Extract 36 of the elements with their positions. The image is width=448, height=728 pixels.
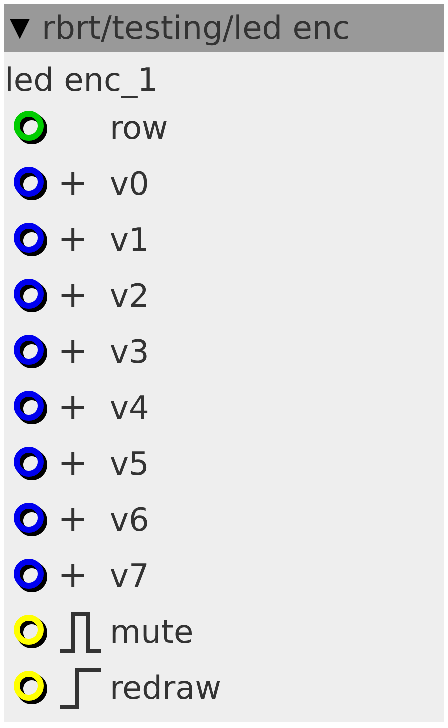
port-label: v4 <box>110 392 150 424</box>
port-label: v3 <box>110 336 150 368</box>
port-icon[interactable] <box>13 278 49 314</box>
pulse-icon <box>58 610 102 654</box>
port-label: v7 <box>110 560 150 592</box>
port-icon[interactable] <box>13 670 49 706</box>
port-label: row <box>110 112 168 144</box>
port-icon[interactable] <box>13 166 49 202</box>
port-label: v2 <box>110 280 150 312</box>
collapse-toggle[interactable]: ▼ <box>10 15 30 41</box>
panel-title: rbrt/testing/led enc <box>42 12 350 44</box>
port-icon[interactable] <box>13 614 49 650</box>
port-icon[interactable] <box>13 222 49 258</box>
step-icon <box>58 666 102 710</box>
port-label: redraw <box>110 672 222 704</box>
port-icon[interactable] <box>13 502 49 538</box>
port-label: v0 <box>110 168 150 200</box>
plus-icon: + <box>58 558 88 594</box>
port-label: v5 <box>110 448 150 480</box>
port-label: mute <box>110 616 194 648</box>
panel-header[interactable]: ▼ rbrt/testing/led enc <box>4 4 444 52</box>
port-icon[interactable] <box>13 446 49 482</box>
plus-icon: + <box>58 166 88 202</box>
port-label: v1 <box>110 224 150 256</box>
plus-icon: + <box>58 502 88 538</box>
port-icon[interactable] <box>13 334 49 370</box>
plus-icon: + <box>58 222 88 258</box>
port-icon[interactable] <box>13 390 49 426</box>
plus-icon: + <box>58 446 88 482</box>
plus-icon: + <box>58 334 88 370</box>
port-label: v6 <box>110 504 150 536</box>
plus-icon: + <box>58 278 88 314</box>
plus-icon: + <box>58 390 88 426</box>
port-icon[interactable] <box>13 110 49 146</box>
port-icon[interactable] <box>13 558 49 594</box>
node-name: led enc_1 <box>5 60 158 100</box>
